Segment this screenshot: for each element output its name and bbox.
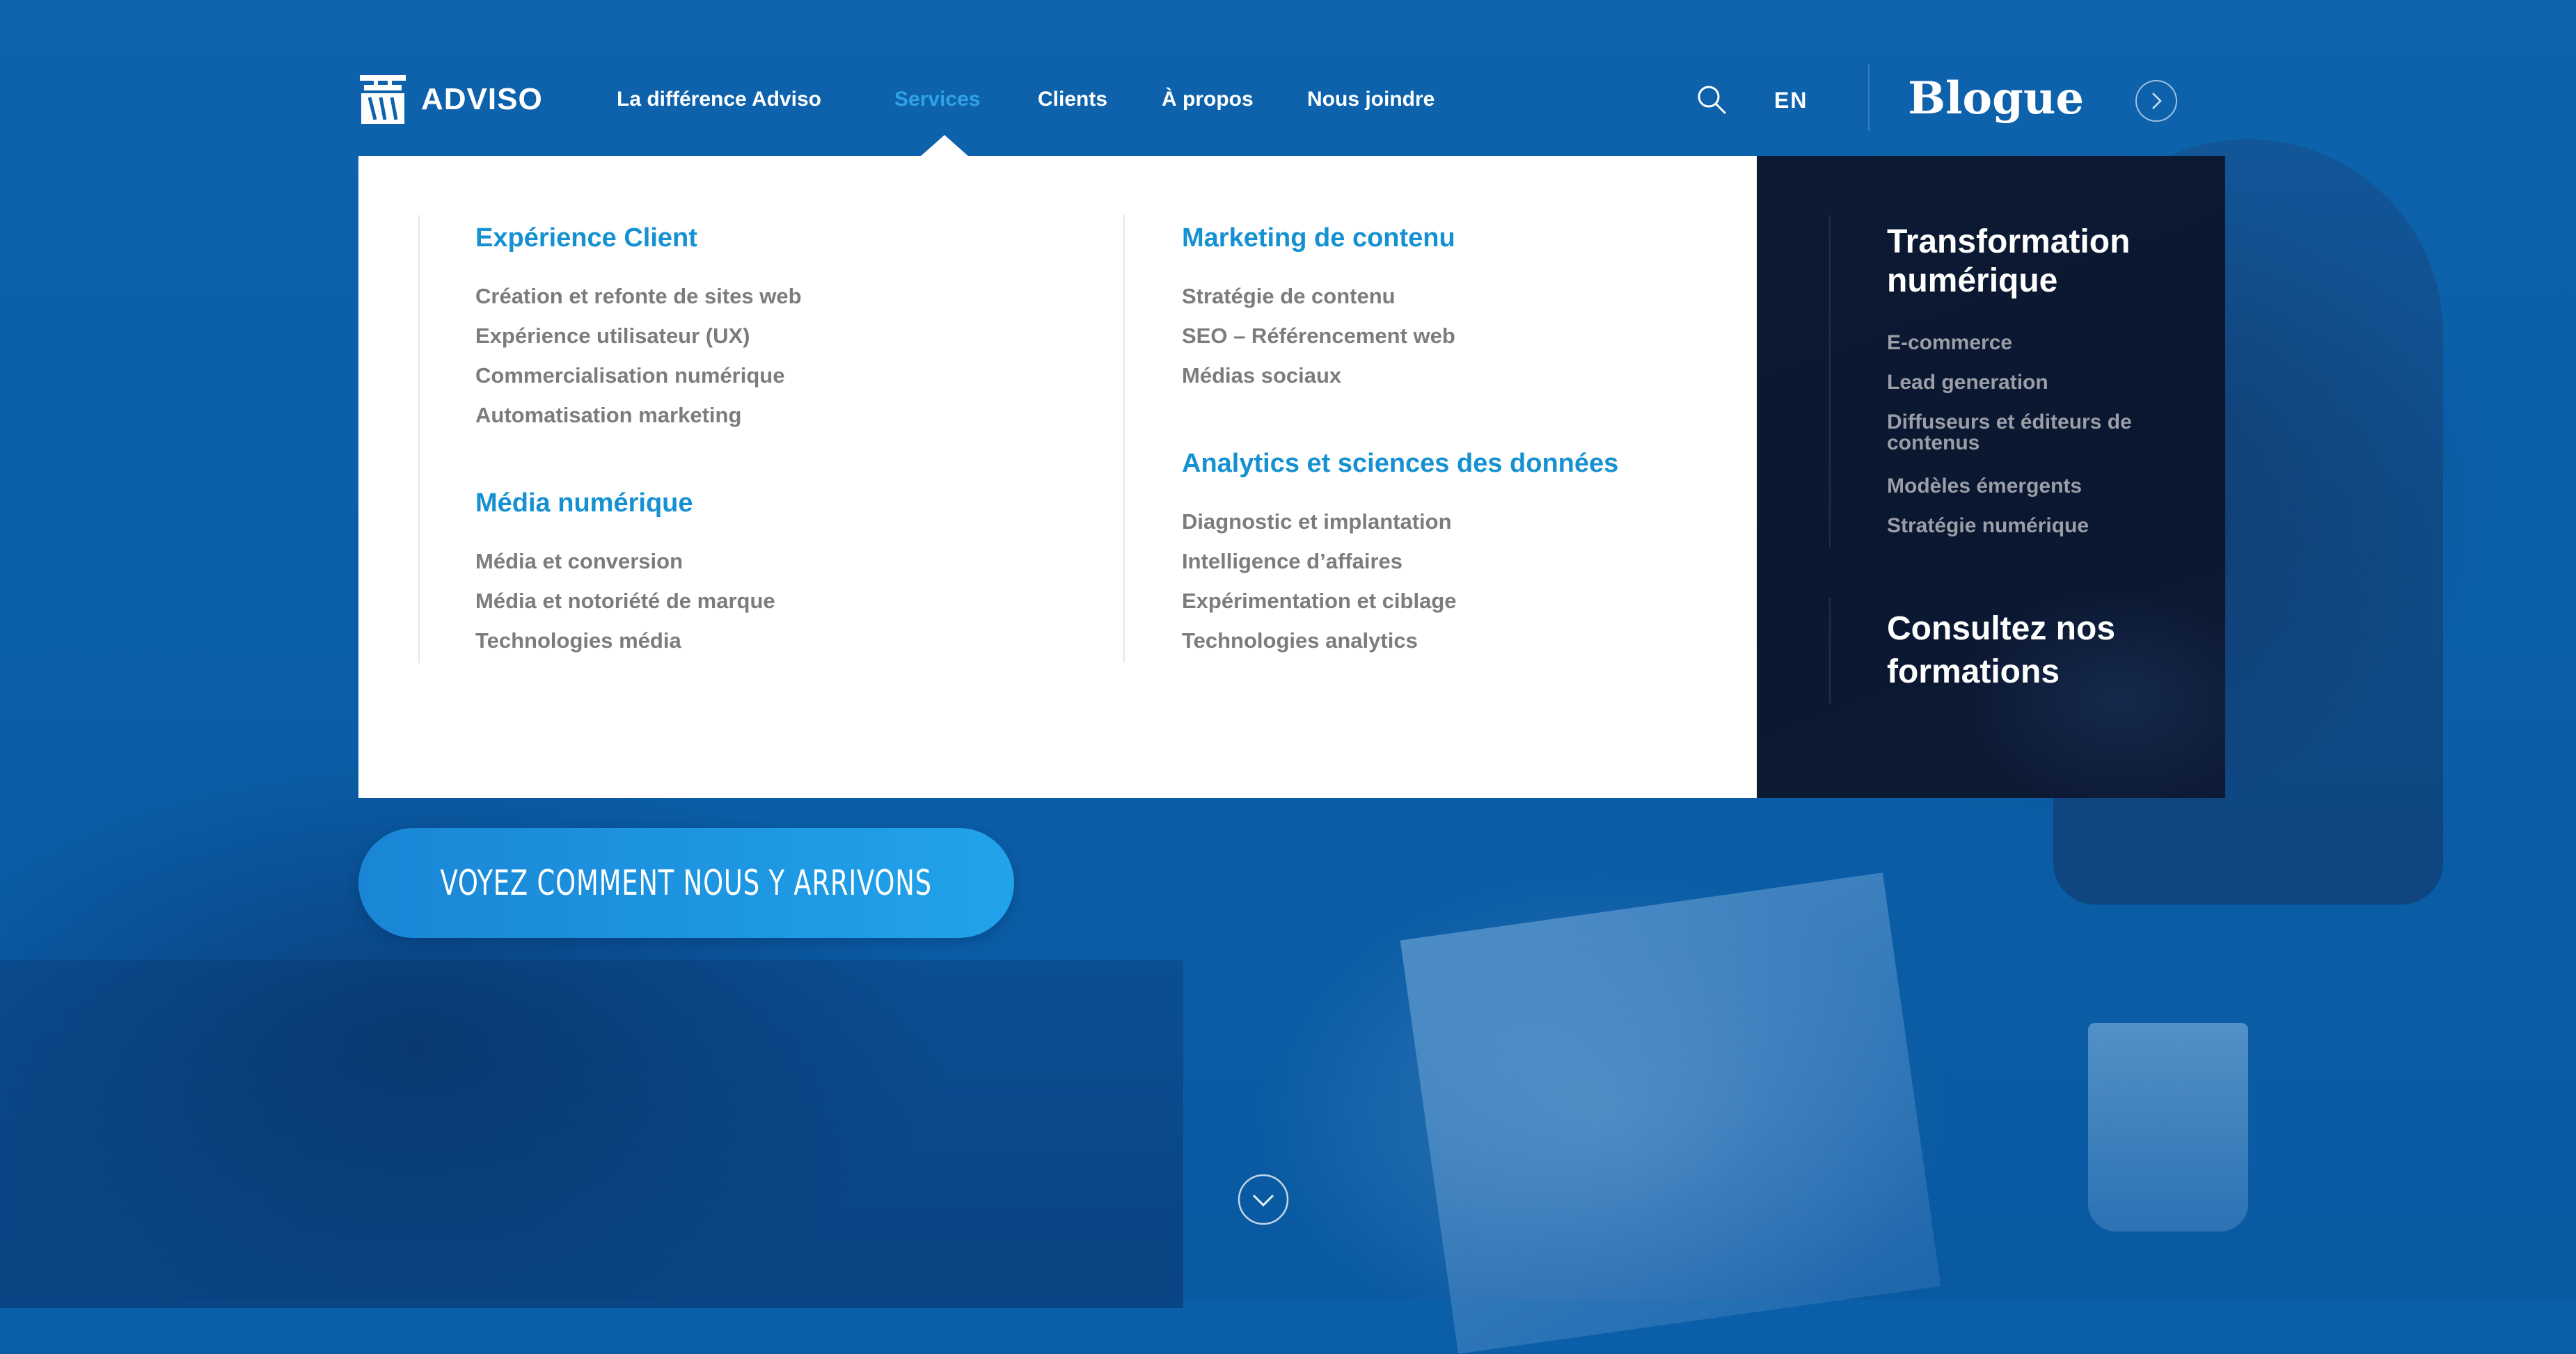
featured-link[interactable]: Lead generation — [1887, 372, 2048, 393]
adviso-logo-icon — [360, 75, 406, 124]
menu-link[interactable]: Diagnostic et implantation — [1182, 509, 1452, 534]
hero-photo-desk — [0, 960, 1183, 1308]
nav-a-propos[interactable]: À propos — [1162, 88, 1254, 111]
menu-link[interactable]: Création et refonte de sites web — [475, 284, 802, 309]
search-icon[interactable] — [1696, 84, 1727, 115]
menu-link[interactable]: Expérimentation et ciblage — [1182, 589, 1457, 614]
menu-link[interactable]: Média et notoriété de marque — [475, 589, 775, 614]
nav-nous-joindre[interactable]: Nous joindre — [1307, 88, 1435, 111]
menu-link[interactable]: Intelligence d’affaires — [1182, 549, 1402, 574]
section-title-marketing-de-contenu[interactable]: Marketing de contenu — [1182, 223, 1455, 253]
featured-title-formations[interactable]: Consultez nos formations — [1887, 607, 2179, 694]
menu-caret — [919, 135, 970, 157]
language-switch[interactable]: EN — [1774, 88, 1808, 113]
menu-link[interactable]: Expérience utilisateur (UX) — [475, 324, 750, 349]
hero-photo-cup — [2088, 1023, 2248, 1232]
featured-title-transformation[interactable]: Transformation numérique — [1887, 223, 2179, 301]
menu-link[interactable]: Commercialisation numérique — [475, 363, 784, 388]
nav-la-difference-adviso[interactable]: La différence Adviso — [617, 88, 821, 111]
blog-link[interactable]: Blogue — [1908, 72, 2084, 125]
chevron-down-circle-icon[interactable] — [1237, 1173, 1290, 1226]
featured-link[interactable]: E-commerce — [1887, 333, 2012, 353]
column-divider — [1123, 215, 1125, 663]
hero-photo-laptop — [1400, 873, 1941, 1354]
cta-button[interactable]: VOYEZ COMMENT NOUS Y ARRIVONS — [358, 828, 1014, 938]
column-divider — [1829, 598, 1831, 703]
logo-text: ADVISO — [421, 82, 543, 116]
nav-clients[interactable]: Clients — [1038, 88, 1107, 111]
cta-label: VOYEZ COMMENT NOUS Y ARRIVONS — [440, 863, 933, 903]
menu-link[interactable]: Technologies analytics — [1182, 628, 1418, 653]
menu-link[interactable]: Média et conversion — [475, 549, 683, 574]
featured-link[interactable]: Diffuseurs et éditeurs de contenus — [1887, 412, 2172, 454]
section-title-media-numerique[interactable]: Média numérique — [475, 488, 693, 518]
menu-link[interactable]: SEO – Référencement web — [1182, 324, 1455, 349]
menu-link[interactable]: Technologies média — [475, 628, 681, 653]
menu-link[interactable]: Stratégie de contenu — [1182, 284, 1396, 309]
header-divider — [1868, 64, 1870, 131]
menu-link[interactable]: Automatisation marketing — [475, 403, 741, 428]
nav-services[interactable]: Services — [894, 88, 980, 111]
site-header: ADVISO La différence Adviso Services Cli… — [0, 0, 2576, 157]
column-divider — [418, 215, 420, 663]
site-logo[interactable]: ADVISO — [360, 75, 543, 124]
section-title-analytics[interactable]: Analytics et sciences des données — [1182, 449, 1618, 479]
featured-link[interactable]: Stratégie numérique — [1887, 516, 2089, 536]
chevron-right-circle-icon[interactable] — [2134, 79, 2179, 123]
featured-link[interactable]: Modèles émergents — [1887, 476, 2082, 497]
section-title-experience-client[interactable]: Expérience Client — [475, 223, 697, 253]
column-divider — [1829, 215, 1831, 548]
menu-link[interactable]: Médias sociaux — [1182, 363, 1341, 388]
